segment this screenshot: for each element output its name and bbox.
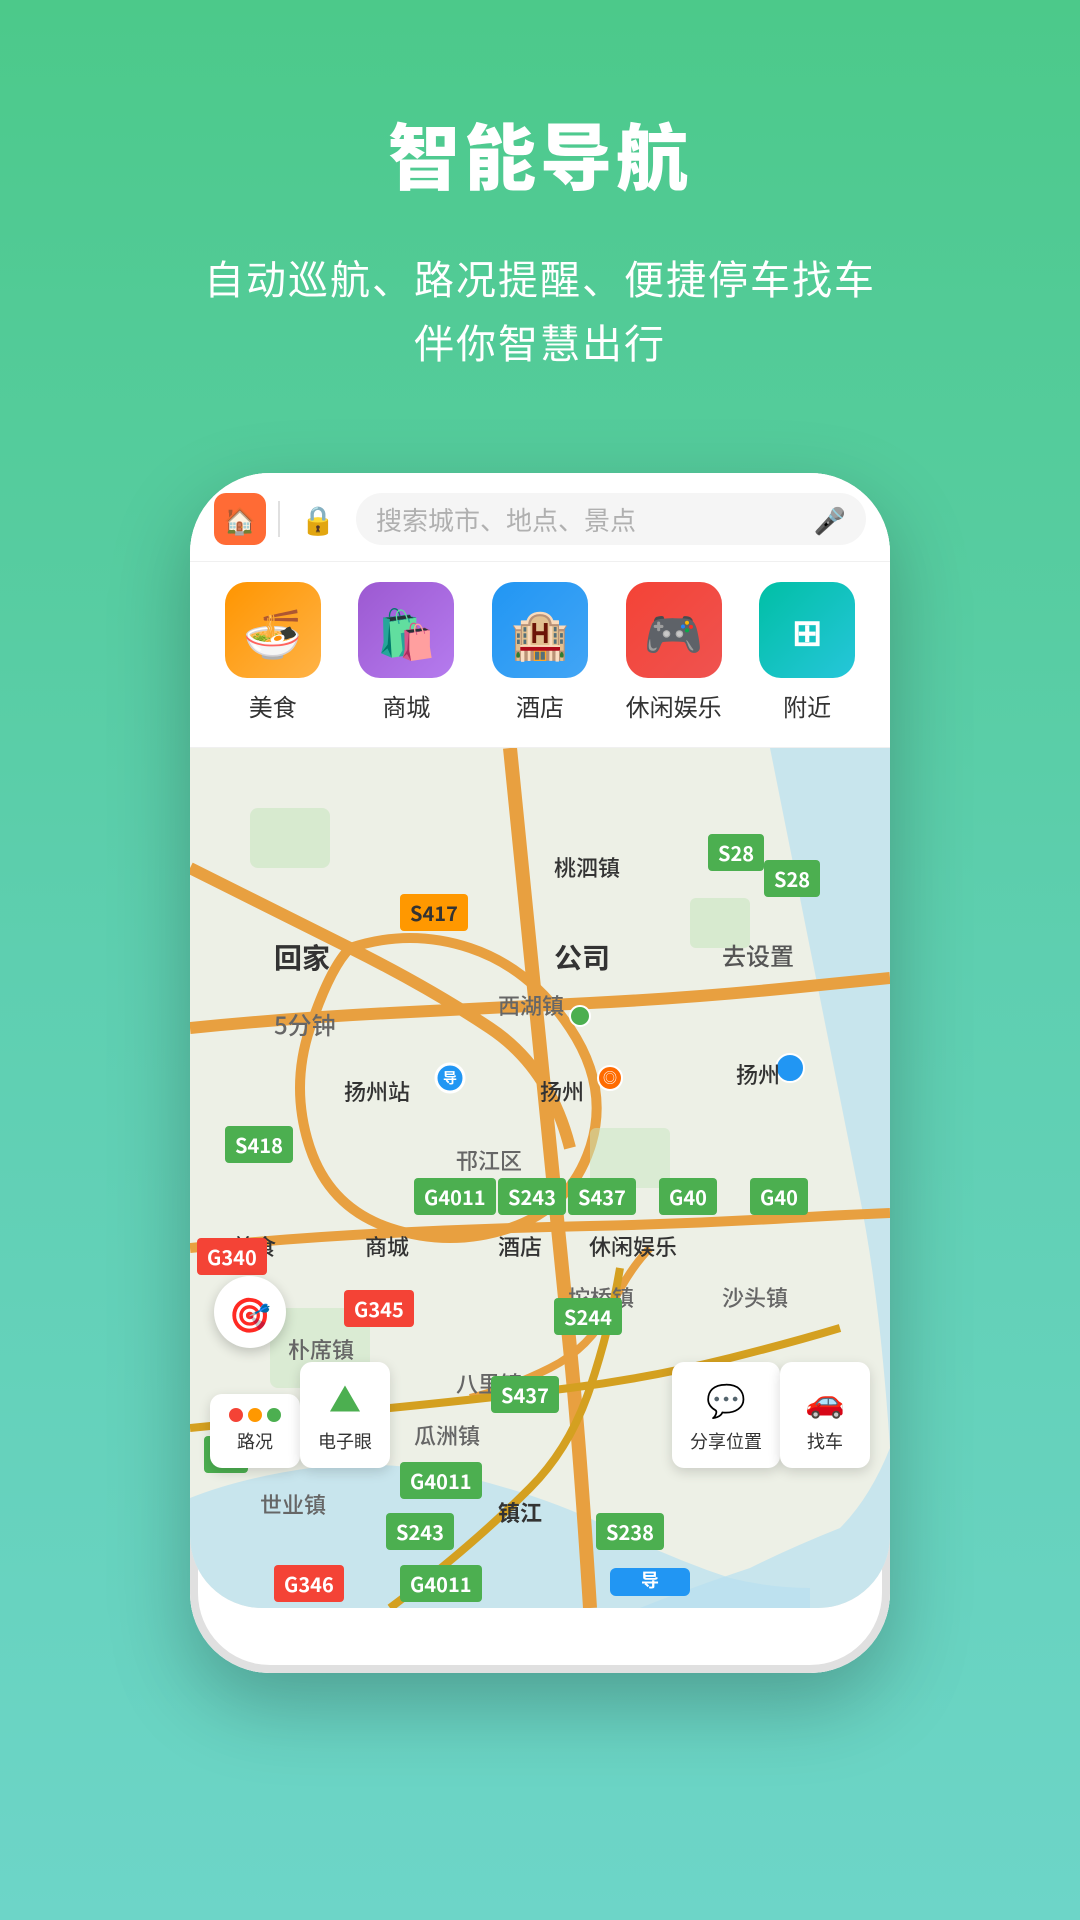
traffic-dots — [229, 1408, 281, 1422]
map-label-ent2: 休闲娱乐 — [589, 1230, 677, 1262]
map-label-xihuzhen: 西湖镇 — [498, 989, 564, 1021]
map-area[interactable]: 导 ◎ 导 桃泗镇 回家 公司 — [190, 748, 890, 1608]
share-icon: 💬 — [706, 1376, 746, 1422]
entertainment-icon: 🎮 — [626, 582, 722, 678]
traffic-button[interactable]: 路况 — [210, 1394, 300, 1468]
food-label: 美食 — [249, 688, 297, 723]
badge-g4011a: G4011 — [414, 1178, 496, 1215]
lock-button[interactable]: 🔒 — [292, 493, 344, 545]
map-label-hotel2: 酒店 — [498, 1230, 542, 1262]
badge-s243a: S243 — [498, 1178, 566, 1215]
shop-icon: 🛍️ — [358, 582, 454, 678]
category-shop[interactable]: 🛍️ 商城 — [356, 582, 456, 723]
divider — [278, 501, 280, 537]
map-label-shatouzhen: 沙头镇 — [722, 1281, 788, 1313]
nearby-label: 附近 — [783, 688, 831, 723]
svg-text:◎: ◎ — [603, 1068, 617, 1088]
dot-green — [267, 1408, 281, 1422]
home-button[interactable]: 🏠 — [214, 493, 266, 545]
search-placeholder: 搜索城市、地点、景点 — [376, 501, 804, 538]
phone-mockup: 🏠 🔒 搜索城市、地点、景点 🎤 🍜 美食 🛍️ 商城 — [190, 473, 890, 1673]
page-subtitle: 自动巡航、路况提醒、便捷停车找车 伴你智慧出行 — [80, 245, 1000, 373]
category-row: 🍜 美食 🛍️ 商城 🏨 酒店 🎮 休闲娱乐 ⊞ 附近 — [190, 562, 890, 748]
category-hotel[interactable]: 🏨 酒店 — [490, 582, 590, 723]
phone-frame: 🏠 🔒 搜索城市、地点、景点 🎤 🍜 美食 🛍️ 商城 — [190, 473, 890, 1673]
traffic-label: 路况 — [237, 1428, 273, 1454]
badge-s243b: S243 — [386, 1513, 454, 1550]
map-label-yangzhou2: 扬州 — [736, 1058, 780, 1090]
badge-g4011c: G4011 — [400, 1565, 482, 1602]
page-title: 智能导航 — [80, 100, 1000, 205]
entertainment-label: 休闲娱乐 — [626, 688, 722, 723]
svg-text:导: 导 — [443, 1068, 457, 1088]
map-label-shiyezhen: 世业镇 — [260, 1488, 326, 1520]
badge-s28a: S28 — [708, 834, 764, 871]
category-food[interactable]: 🍜 美食 — [223, 582, 323, 723]
map-label-hanjiangqu: 邗江区 — [456, 1144, 522, 1176]
find-car-button[interactable]: 🚗 找车 — [780, 1362, 870, 1468]
find-car-label: 找车 — [807, 1428, 843, 1454]
badge-s238: S238 — [596, 1513, 664, 1550]
hotel-label: 酒店 — [516, 688, 564, 723]
badge-s418: S418 — [225, 1126, 293, 1163]
svg-text:导: 导 — [641, 1567, 659, 1593]
badge-g340: G340 — [197, 1238, 267, 1275]
nearby-icon: ⊞ — [759, 582, 855, 678]
share-location-button[interactable]: 💬 分享位置 — [672, 1362, 780, 1468]
electronic-eye-icon: ▲ — [329, 1376, 361, 1422]
dot-orange — [248, 1408, 262, 1422]
phone-inner: 🏠 🔒 搜索城市、地点、景点 🎤 🍜 美食 🛍️ 商城 — [190, 473, 890, 1608]
badge-g40a: G40 — [659, 1178, 717, 1215]
microphone-icon[interactable]: 🎤 — [814, 501, 846, 538]
search-input[interactable]: 搜索城市、地点、景点 🎤 — [356, 493, 866, 545]
badge-s417: S417 — [400, 894, 468, 931]
map-label-home: 回家 — [274, 937, 330, 977]
share-label: 分享位置 — [690, 1428, 762, 1454]
food-icon: 🍜 — [225, 582, 321, 678]
map-label-settings: 去设置 — [722, 937, 794, 972]
header-section: 智能导航 自动巡航、路况提醒、便捷停车找车 伴你智慧出行 — [0, 0, 1080, 433]
map-label-taosizhen: 桃泗镇 — [554, 851, 620, 883]
electronic-eye-label: 电子眼 — [318, 1428, 372, 1454]
dot-red — [229, 1408, 243, 1422]
electronic-eye-button[interactable]: ▲ 电子眼 — [300, 1362, 390, 1468]
map-label-shop2: 商城 — [365, 1230, 409, 1262]
category-nearby[interactable]: ⊞ 附近 — [757, 582, 857, 723]
shop-label: 商城 — [382, 688, 430, 723]
badge-s244: S244 — [554, 1298, 622, 1335]
map-label-yangzhou: 扬州 — [540, 1075, 584, 1107]
hotel-icon: 🏨 — [492, 582, 588, 678]
map-label-yangzhoustation: 扬州站 — [344, 1075, 410, 1107]
badge-s28b: S28 — [764, 860, 820, 897]
badge-s437a: S437 — [568, 1178, 636, 1215]
map-label-time: 5分钟 — [274, 1006, 336, 1041]
location-fab[interactable]: 🎯 — [214, 1276, 286, 1348]
float-bottom-buttons: 路况 ▲ 电子眼 💬 分享位置 — [190, 1362, 890, 1468]
map-label-company: 公司 — [554, 937, 610, 977]
badge-g345: G345 — [344, 1290, 414, 1327]
search-bar-area: 🏠 🔒 搜索城市、地点、景点 🎤 — [190, 473, 890, 562]
map-label-zhenjiang: 镇江 — [498, 1496, 542, 1528]
category-entertainment[interactable]: 🎮 休闲娱乐 — [624, 582, 724, 723]
badge-g40b: G40 — [750, 1178, 808, 1215]
badge-g346: G346 — [274, 1565, 344, 1602]
map-label-puxizhen: 朴席镇 — [288, 1333, 354, 1365]
car-icon: 🚗 — [805, 1376, 845, 1422]
